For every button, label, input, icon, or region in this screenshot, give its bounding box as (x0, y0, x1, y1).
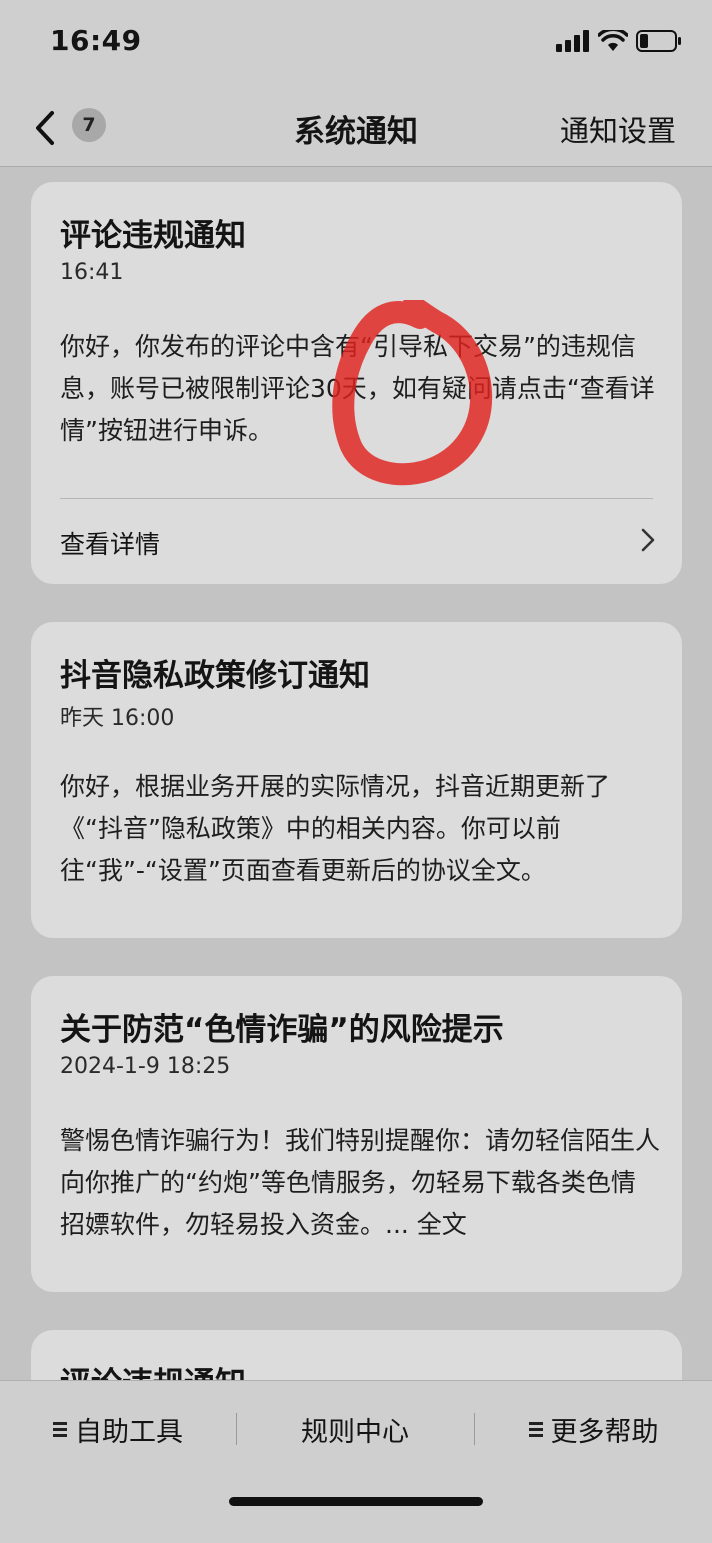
notification-time: 昨天 16:00 (60, 706, 175, 731)
notification-time: 16:41 (60, 260, 124, 285)
chevron-right-icon (641, 528, 655, 552)
notification-title: 评论违规通知 (60, 218, 246, 254)
home-indicator (229, 1497, 483, 1506)
status-time: 16:49 (50, 24, 142, 57)
notification-body: 警惕色情诈骗行为！我们特别提醒你：请勿轻信陌生人向你推广的“约炮”等色情服务，勿… (60, 1126, 661, 1239)
tab-label: 自助工具 (75, 1416, 183, 1448)
tab-label: 规则中心 (301, 1416, 409, 1448)
view-details-button[interactable]: 查看详情 (31, 499, 682, 583)
notification-card: 评论违规通知 (31, 1330, 682, 1380)
notification-card: 关于防范“色情诈骗”的风险提示 2024-1-9 18:25 警惕色情诈骗行为！… (31, 976, 682, 1292)
notification-card: 评论违规通知 16:41 你好，你发布的评论中含有“引导私下交易”的违规信息，账… (31, 182, 682, 584)
notification-title: 关于防范“色情诈骗”的风险提示 (60, 1012, 504, 1048)
status-icons (556, 30, 682, 52)
menu-icon (53, 1421, 67, 1437)
menu-icon (528, 1421, 543, 1437)
notification-body: 你好，你发布的评论中含有“引导私下交易”的违规信息，账号已被限制评论30天，如有… (60, 332, 655, 445)
status-bar: 16:49 (0, 0, 712, 90)
bottom-toolbar: 自助工具 规则中心 更多帮助 (0, 1380, 712, 1543)
battery-icon (636, 30, 681, 52)
notification-card: 抖音隐私政策修订通知 昨天 16:00 你好，根据业务开展的实际情况，抖音近期更… (31, 622, 682, 938)
signal-icon (556, 30, 589, 52)
tab-self-service-tools[interactable]: 自助工具 (0, 1409, 236, 1449)
tab-rules-center[interactable]: 规则中心 (237, 1409, 473, 1449)
nav-bar: 7 系统通知 通知设置 (0, 90, 712, 167)
notification-settings-button[interactable]: 通知设置 (560, 108, 676, 150)
wifi-icon (598, 30, 628, 51)
notification-title: 评论违规通知 (60, 1358, 246, 1380)
view-details-label: 查看详情 (60, 530, 161, 559)
notification-title: 抖音隐私政策修订通知 (60, 658, 370, 694)
notification-list[interactable]: 评论违规通知 16:41 你好，你发布的评论中含有“引导私下交易”的违规信息，账… (0, 167, 712, 1380)
notification-body: 你好，根据业务开展的实际情况，抖音近期更新了《“抖音”隐私政策》中的相关内容。你… (60, 772, 611, 885)
notification-time: 2024-1-9 18:25 (60, 1054, 231, 1079)
tab-label: 更多帮助 (550, 1416, 659, 1448)
tab-more-help[interactable]: 更多帮助 (475, 1409, 712, 1449)
